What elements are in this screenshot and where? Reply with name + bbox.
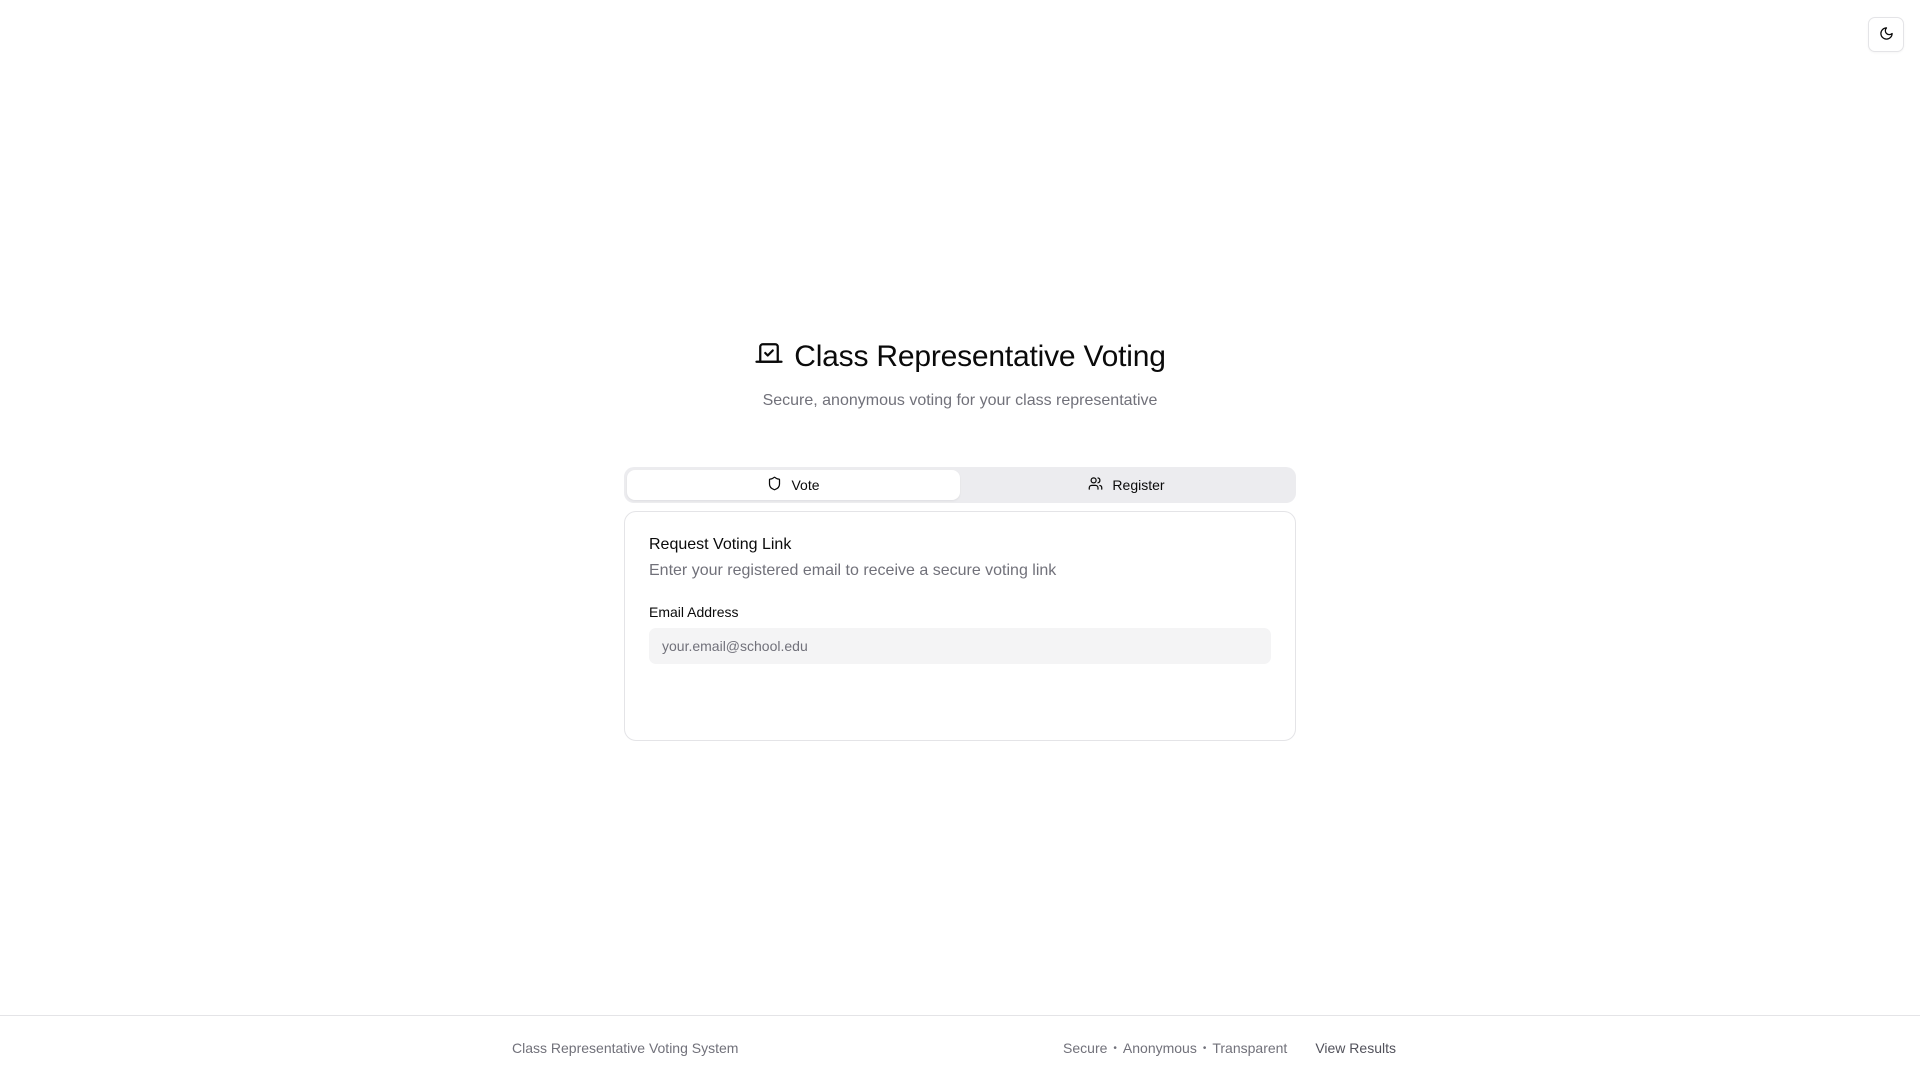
theme-toggle-button[interactable]: [1868, 17, 1904, 52]
page: Class Representative Voting Secure, anon…: [0, 0, 1920, 1080]
footer: Class Representative Voting System Secur…: [0, 1015, 1920, 1080]
moon-icon: [1879, 26, 1894, 44]
page-subtitle: Secure, anonymous voting for your class …: [762, 392, 1158, 409]
view-results-link[interactable]: View Results: [1315, 1040, 1396, 1056]
tagline-secure: Secure: [1063, 1040, 1108, 1056]
users-icon: [1088, 476, 1103, 494]
email-label: Email Address: [649, 604, 739, 620]
shield-icon: [767, 476, 782, 494]
tab-register[interactable]: Register: [960, 470, 1293, 500]
card-title: Request Voting Link: [649, 536, 792, 553]
email-field[interactable]: [649, 628, 1271, 664]
footer-tagline: Secure • Anonymous • Transparent: [1063, 1040, 1287, 1056]
tab-vote-label: Vote: [791, 477, 820, 493]
tab-list: Vote Register: [624, 467, 1296, 503]
page-title: Class Representative Voting: [754, 336, 1166, 378]
footer-app-name: Class Representative Voting System: [512, 1040, 739, 1056]
hero: Class Representative Voting Secure, anon…: [0, 336, 1920, 410]
tagline-transparent: Transparent: [1212, 1040, 1288, 1056]
footer-right: Secure • Anonymous • Transparent View Re…: [1063, 1040, 1396, 1056]
page-title-text: Class Representative Voting: [794, 340, 1166, 373]
vote-box-icon: [754, 338, 784, 376]
card-description: Enter your registered email to receive a…: [649, 562, 1057, 579]
tab-vote[interactable]: Vote: [627, 470, 960, 500]
tagline-separator: •: [1202, 1042, 1207, 1054]
tagline-separator: •: [1113, 1042, 1117, 1054]
tagline-anonymous: Anonymous: [1122, 1040, 1197, 1056]
tab-register-label: Register: [1112, 477, 1165, 493]
request-link-card: Request Voting Link Enter your registere…: [624, 511, 1296, 741]
